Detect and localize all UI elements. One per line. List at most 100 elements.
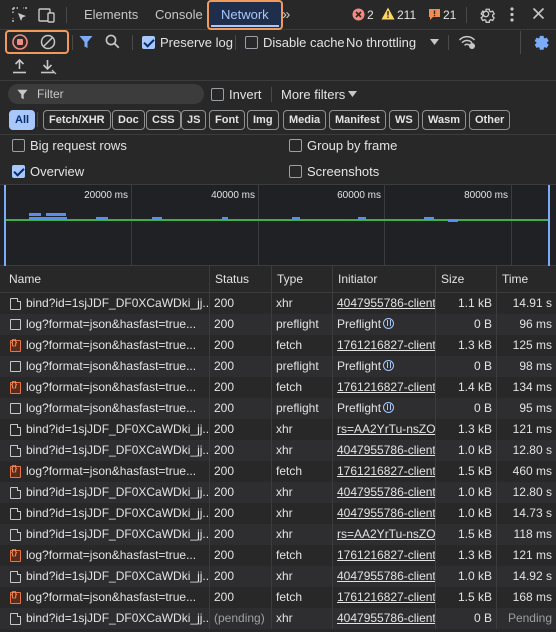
cell-name[interactable]: log?format=json&hasfast=true... bbox=[4, 356, 210, 377]
cell-name[interactable]: log?format=json&hasfast=true... bbox=[4, 461, 210, 482]
table-row[interactable]: log?format=json&hasfast=true... 200 fetch 1… bbox=[0, 545, 556, 566]
table-row[interactable]: log?format=json&hasfast=true... 200 prefli… bbox=[0, 314, 556, 335]
table-row[interactable]: bind?id=1sjJDF_DF0XCaWDki_jj... 200 xhr 404… bbox=[0, 566, 556, 587]
cell-initiator[interactable]: 1761216827-client bbox=[333, 587, 436, 608]
stop-recording-icon[interactable] bbox=[12, 34, 28, 50]
cell-name[interactable]: log?format=json&hasfast=true... bbox=[4, 335, 210, 356]
cell-initiator[interactable]: 1761216827-client bbox=[333, 545, 436, 566]
close-devtools-icon[interactable] bbox=[532, 7, 545, 20]
cell-name[interactable]: log?format=json&hasfast=true... bbox=[4, 587, 210, 608]
preflight-info-icon[interactable] bbox=[383, 402, 395, 413]
table-row[interactable]: log?format=json&hasfast=true... 200 fetch 1… bbox=[0, 461, 556, 482]
inspect-element-icon[interactable] bbox=[12, 7, 28, 23]
big-request-rows-checkbox[interactable] bbox=[12, 139, 25, 152]
cell-initiator[interactable]: 4047955786-client bbox=[333, 293, 436, 314]
filter-funnel-icon[interactable] bbox=[79, 35, 93, 49]
cell-initiator[interactable]: 1761216827-client bbox=[333, 461, 436, 482]
screenshots-label[interactable]: Screenshots bbox=[307, 164, 379, 179]
cell-name[interactable]: bind?id=1sjJDF_DF0XCaWDki_jj... bbox=[4, 482, 210, 503]
invert-label[interactable]: Invert bbox=[229, 87, 262, 102]
tab-console[interactable]: Console bbox=[155, 0, 203, 30]
cell-name[interactable]: bind?id=1sjJDF_DF0XCaWDki_jj... bbox=[4, 440, 210, 461]
big-request-rows-label[interactable]: Big request rows bbox=[30, 138, 127, 153]
column-header-time[interactable]: Time bbox=[497, 266, 556, 293]
cell-name[interactable]: log?format=json&hasfast=true... bbox=[4, 398, 210, 419]
type-filter-font[interactable]: Font bbox=[209, 110, 245, 130]
type-filter-js[interactable]: JS bbox=[181, 110, 207, 130]
cell-name[interactable]: bind?id=1sjJDF_DF0XCaWDki_jj... bbox=[4, 503, 210, 524]
table-row[interactable]: bind?id=1sjJDF_DF0XCaWDki_jj... (pending)… bbox=[0, 608, 556, 629]
type-filter-media[interactable]: Media bbox=[283, 110, 327, 130]
warning-count[interactable]: 211 bbox=[397, 8, 416, 22]
cell-initiator[interactable]: Preflight bbox=[333, 356, 436, 377]
device-toolbar-icon[interactable] bbox=[38, 7, 56, 23]
table-row[interactable]: bind?id=1sjJDF_DF0XCaWDki_jj... 200 xhr 404… bbox=[0, 503, 556, 524]
chevron-down-icon[interactable] bbox=[348, 91, 357, 97]
screenshots-checkbox[interactable] bbox=[289, 165, 302, 178]
search-icon[interactable] bbox=[105, 34, 120, 49]
timeline-range-handle-right[interactable] bbox=[548, 185, 550, 267]
cell-initiator[interactable]: 4047955786-client bbox=[333, 482, 436, 503]
cell-initiator[interactable]: 4047955786-client bbox=[333, 566, 436, 587]
cell-initiator[interactable]: 4047955786-client bbox=[333, 608, 436, 629]
tab-network[interactable]: Network bbox=[207, 0, 283, 30]
cell-initiator[interactable]: rs=AA2YrTu-nsZOr bbox=[333, 419, 436, 440]
type-filter-ws[interactable]: WS bbox=[389, 110, 419, 130]
overview-label[interactable]: Overview bbox=[30, 164, 84, 179]
export-har-icon[interactable] bbox=[40, 58, 58, 76]
group-by-frame-checkbox[interactable] bbox=[289, 139, 302, 152]
preflight-info-icon[interactable] bbox=[383, 360, 395, 371]
preflight-info-icon[interactable] bbox=[383, 318, 395, 329]
invert-checkbox[interactable] bbox=[211, 88, 224, 101]
preserve-log-checkbox[interactable] bbox=[142, 36, 155, 49]
more-filters-dropdown[interactable]: More filters bbox=[281, 87, 345, 102]
cell-name[interactable]: bind?id=1sjJDF_DF0XCaWDki_jj... bbox=[4, 293, 210, 314]
more-options-icon[interactable] bbox=[509, 6, 515, 23]
type-filter-manifest[interactable]: Manifest bbox=[329, 110, 386, 130]
cell-name[interactable]: log?format=json&hasfast=true... bbox=[4, 314, 210, 335]
table-row[interactable]: bind?id=1sjJDF_DF0XCaWDki_jj... 200 xhr rs=… bbox=[0, 524, 556, 545]
error-count[interactable]: 2 bbox=[367, 8, 374, 22]
clear-log-icon[interactable] bbox=[40, 34, 56, 50]
cell-initiator[interactable]: 4047955786-client bbox=[333, 503, 436, 524]
cell-initiator[interactable]: rs=AA2YrTu-nsZOr bbox=[333, 524, 436, 545]
cell-name[interactable]: bind?id=1sjJDF_DF0XCaWDki_jj... bbox=[4, 566, 210, 587]
column-header-name[interactable]: Name bbox=[4, 266, 210, 293]
column-header-status[interactable]: Status bbox=[210, 266, 272, 293]
type-filter-wasm[interactable]: Wasm bbox=[422, 110, 466, 130]
table-row[interactable]: log?format=json&hasfast=true... 200 fetch 1… bbox=[0, 587, 556, 608]
cell-name[interactable]: bind?id=1sjJDF_DF0XCaWDki_jj... bbox=[4, 419, 210, 440]
cell-name[interactable]: log?format=json&hasfast=true... bbox=[4, 377, 210, 398]
table-row[interactable]: bind?id=1sjJDF_DF0XCaWDki_jj... 200 xhr 404… bbox=[0, 293, 556, 314]
filter-input[interactable]: Filter bbox=[8, 84, 204, 104]
type-filter-fetch-xhr[interactable]: Fetch/XHR bbox=[43, 110, 111, 130]
column-header-initiator[interactable]: Initiator bbox=[333, 266, 436, 293]
network-overview-timeline[interactable]: 20000 ms 40000 ms 60000 ms 80000 ms bbox=[0, 184, 556, 267]
table-row[interactable]: bind?id=1sjJDF_DF0XCaWDki_jj... 200 xhr rs=… bbox=[0, 419, 556, 440]
type-filter-all[interactable]: All bbox=[9, 110, 36, 130]
table-row[interactable]: log?format=json&hasfast=true... 200 prefli… bbox=[0, 398, 556, 419]
throttling-select[interactable]: No throttling bbox=[346, 35, 416, 50]
type-filter-doc[interactable]: Doc bbox=[112, 110, 145, 130]
group-by-frame-label[interactable]: Group by frame bbox=[307, 138, 397, 153]
import-har-icon[interactable] bbox=[12, 58, 27, 74]
issues-count[interactable]: 21 bbox=[443, 8, 456, 22]
cell-name[interactable]: log?format=json&hasfast=true... bbox=[4, 545, 210, 566]
chevron-down-icon[interactable] bbox=[430, 39, 439, 45]
more-tabs-chevron-icon[interactable]: » bbox=[282, 6, 290, 23]
disable-cache-checkbox[interactable] bbox=[245, 36, 258, 49]
cell-initiator[interactable]: 4047955786-client bbox=[333, 440, 436, 461]
cell-initiator[interactable]: Preflight bbox=[333, 398, 436, 419]
table-row[interactable]: bind?id=1sjJDF_DF0XCaWDki_jj... 200 xhr 404… bbox=[0, 440, 556, 461]
table-row[interactable]: bind?id=1sjJDF_DF0XCaWDki_jj... 200 xhr 404… bbox=[0, 482, 556, 503]
overview-checkbox[interactable] bbox=[12, 165, 25, 178]
disable-cache-label[interactable]: Disable cache bbox=[263, 35, 345, 50]
settings-gear-icon[interactable] bbox=[478, 6, 495, 23]
cell-name[interactable]: bind?id=1sjJDF_DF0XCaWDki_jj... bbox=[4, 524, 210, 545]
preserve-log-label[interactable]: Preserve log bbox=[160, 35, 233, 50]
network-conditions-icon[interactable] bbox=[458, 34, 476, 50]
column-header-type[interactable]: Type bbox=[272, 266, 333, 293]
type-filter-other[interactable]: Other bbox=[469, 110, 511, 130]
cell-initiator[interactable]: Preflight bbox=[333, 314, 436, 335]
type-filter-img[interactable]: Img bbox=[247, 110, 279, 130]
